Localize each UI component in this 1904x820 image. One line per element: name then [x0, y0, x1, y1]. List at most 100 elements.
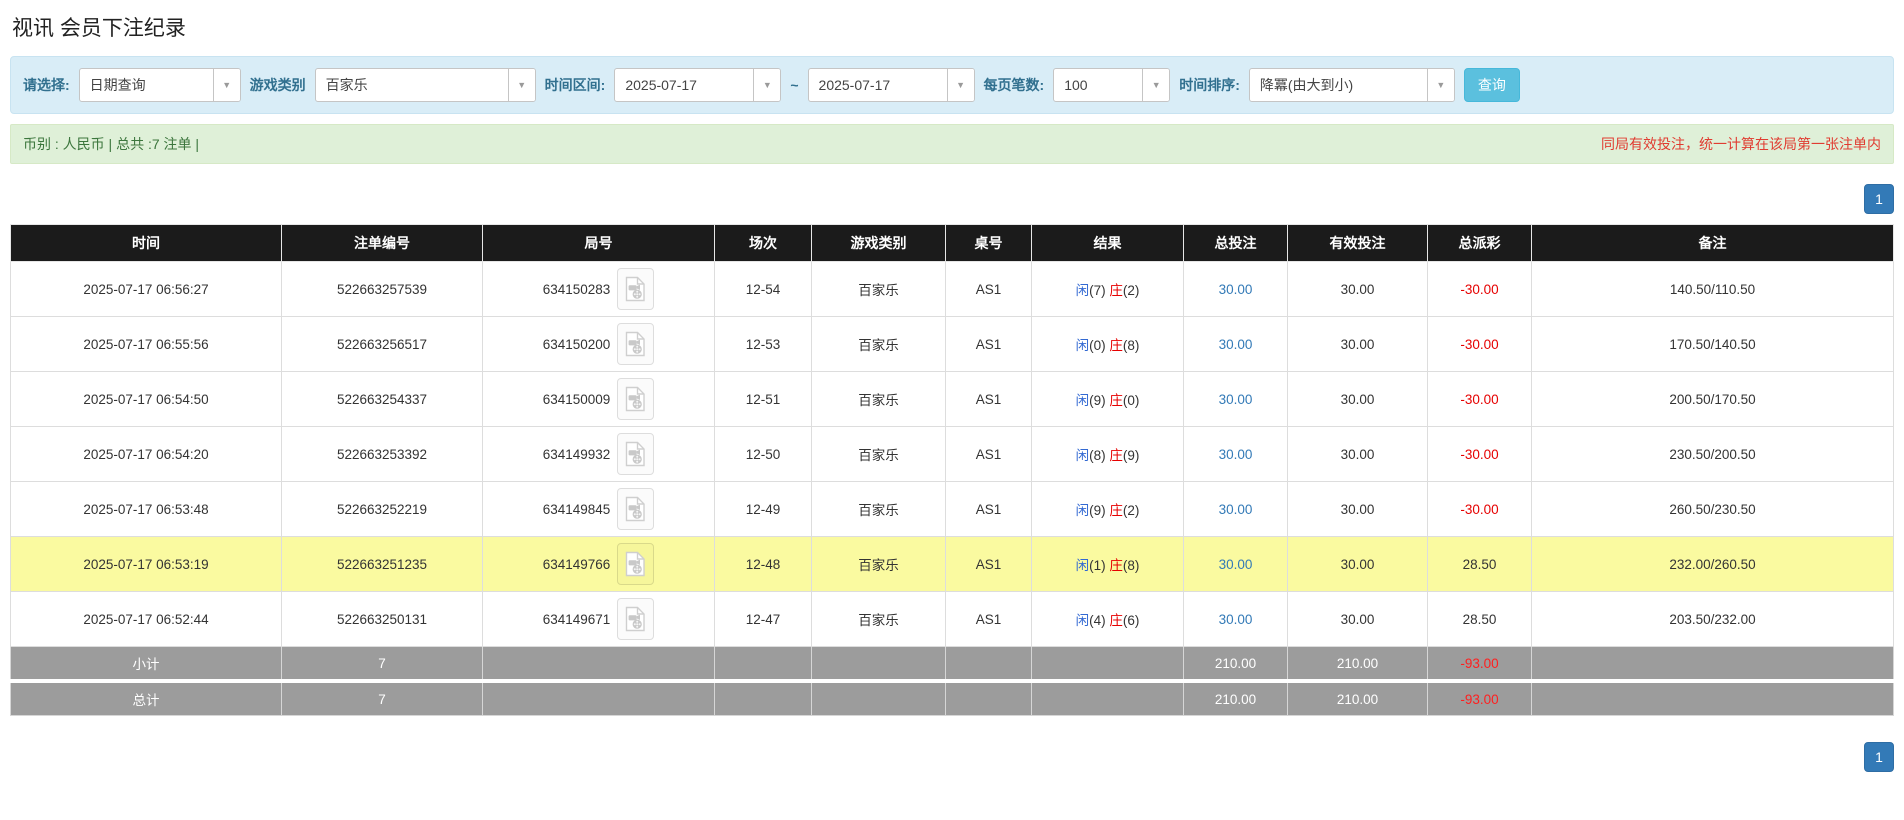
banker-result-label: 庄	[1109, 503, 1123, 518]
cell-time: 2025-07-17 06:54:50	[11, 372, 282, 427]
player-result-label: 闲	[1076, 613, 1090, 628]
date-from-select[interactable]: 2025-07-17 ▼	[614, 68, 781, 102]
chevron-down-icon[interactable]: ▼	[947, 69, 974, 101]
round-number: 634149932	[543, 447, 611, 462]
sort-order-select[interactable]: 降冪(由大到小) ▼	[1249, 68, 1455, 102]
cell-note: 230.50/200.50	[1532, 427, 1894, 482]
chevron-down-icon[interactable]: ▼	[1142, 69, 1169, 101]
round-number: 634150283	[543, 282, 611, 297]
table-body: 2025-07-17 06:56:27 522663257539 6341502…	[11, 262, 1894, 647]
banker-result-score: (2)	[1123, 283, 1140, 298]
table-row[interactable]: 2025-07-17 06:54:20 522663253392 6341499…	[11, 427, 1894, 482]
col-header-result: 结果	[1032, 225, 1184, 262]
cell-round: 634150009	[483, 372, 715, 427]
col-header-table-no: 桌号	[946, 225, 1032, 262]
table-row[interactable]: 2025-07-17 06:53:19 522663251235 6341497…	[11, 537, 1894, 592]
total-bet-link[interactable]: 30.00	[1219, 447, 1253, 462]
cell-time: 2025-07-17 06:54:20	[11, 427, 282, 482]
cell-bet-id: 522663254337	[282, 372, 483, 427]
cell-result: 闲(8) 庄(9)	[1032, 427, 1184, 482]
cell-session: 12-50	[715, 427, 812, 482]
video-replay-button[interactable]	[617, 323, 654, 365]
chevron-down-icon[interactable]: ▼	[508, 69, 535, 101]
total-bet-link[interactable]: 30.00	[1219, 282, 1253, 297]
sort-order-label: 时间排序:	[1179, 75, 1240, 95]
game-category-select[interactable]: 百家乐 ▼	[315, 68, 536, 102]
video-replay-button[interactable]	[617, 433, 654, 475]
player-result-label: 闲	[1076, 283, 1090, 298]
cell-result: 闲(9) 庄(0)	[1032, 372, 1184, 427]
video-file-icon	[625, 331, 646, 357]
table-row[interactable]: 2025-07-17 06:56:27 522663257539 6341502…	[11, 262, 1894, 317]
page-title: 视讯 会员下注纪录	[12, 12, 1894, 42]
page-size-select[interactable]: 100 ▼	[1053, 68, 1170, 102]
banker-result-score: (8)	[1123, 558, 1140, 573]
video-file-icon	[625, 386, 646, 412]
col-header-note: 备注	[1532, 225, 1894, 262]
page-1-button[interactable]: 1	[1864, 184, 1894, 214]
cell-total-bet: 30.00	[1184, 537, 1288, 592]
cell-round: 634149766	[483, 537, 715, 592]
subtotal-row: 小计 7 210.00 210.00 -93.00	[11, 647, 1894, 682]
cell-table-no: AS1	[946, 482, 1032, 537]
search-button[interactable]: 查询	[1464, 68, 1520, 102]
cell-game: 百家乐	[812, 592, 946, 647]
video-file-icon	[625, 276, 646, 302]
sort-order-value: 降冪(由大到小)	[1250, 69, 1427, 101]
banker-result-score: (0)	[1123, 393, 1140, 408]
subtotal-label: 小计	[11, 647, 282, 682]
chevron-down-icon[interactable]: ▼	[753, 69, 780, 101]
player-result-label: 闲	[1076, 338, 1090, 353]
banker-result-score: (8)	[1123, 338, 1140, 353]
cell-valid-bet: 30.00	[1288, 262, 1428, 317]
table-row[interactable]: 2025-07-17 06:54:50 522663254337 6341500…	[11, 372, 1894, 427]
banker-result-label: 庄	[1109, 448, 1123, 463]
same-round-notice: 同局有效投注，统一计算在该局第一张注单内	[1601, 134, 1881, 154]
video-replay-button[interactable]	[617, 488, 654, 530]
chevron-down-icon[interactable]: ▼	[213, 69, 240, 101]
cell-note: 140.50/110.50	[1532, 262, 1894, 317]
grand-total-total-bet: 210.00	[1184, 681, 1288, 716]
page-size-label: 每页笔数:	[984, 75, 1045, 95]
cell-round: 634149932	[483, 427, 715, 482]
video-replay-button[interactable]	[617, 378, 654, 420]
video-replay-button[interactable]	[617, 598, 654, 640]
video-replay-button[interactable]	[617, 268, 654, 310]
cell-result: 闲(4) 庄(6)	[1032, 592, 1184, 647]
grand-total-payout: -93.00	[1428, 681, 1532, 716]
video-replay-button[interactable]	[617, 543, 654, 585]
date-to-select[interactable]: 2025-07-17 ▼	[808, 68, 975, 102]
table-row[interactable]: 2025-07-17 06:53:48 522663252219 6341498…	[11, 482, 1894, 537]
player-result-label: 闲	[1076, 393, 1090, 408]
query-type-select[interactable]: 日期查询 ▼	[79, 68, 241, 102]
player-result-label: 闲	[1076, 558, 1090, 573]
subtotal-valid-bet: 210.00	[1288, 647, 1428, 682]
col-header-valid-bet: 有效投注	[1288, 225, 1428, 262]
date-from-value: 2025-07-17	[615, 69, 753, 101]
pagination-bottom: 1	[10, 742, 1894, 772]
cell-note: 260.50/230.50	[1532, 482, 1894, 537]
col-header-payout: 总派彩	[1428, 225, 1532, 262]
select-type-label: 请选择:	[23, 75, 70, 95]
cell-valid-bet: 30.00	[1288, 592, 1428, 647]
cell-session: 12-47	[715, 592, 812, 647]
total-bet-link[interactable]: 30.00	[1219, 557, 1253, 572]
cell-bet-id: 522663250131	[282, 592, 483, 647]
query-type-value: 日期查询	[80, 69, 213, 101]
table-row[interactable]: 2025-07-17 06:55:56 522663256517 6341502…	[11, 317, 1894, 372]
page-1-button[interactable]: 1	[1864, 742, 1894, 772]
table-header-row: 时间 注单编号 局号 场次 游戏类别 桌号 结果 总投注 有效投注 总派彩 备注	[11, 225, 1894, 262]
total-bet-link[interactable]: 30.00	[1219, 502, 1253, 517]
subtotal-total-bet: 210.00	[1184, 647, 1288, 682]
banker-result-score: (6)	[1123, 613, 1140, 628]
total-bet-link[interactable]: 30.00	[1219, 612, 1253, 627]
col-header-bet-id: 注单编号	[282, 225, 483, 262]
cell-valid-bet: 30.00	[1288, 427, 1428, 482]
banker-result-label: 庄	[1109, 613, 1123, 628]
cell-total-bet: 30.00	[1184, 317, 1288, 372]
total-bet-link[interactable]: 30.00	[1219, 392, 1253, 407]
total-bet-link[interactable]: 30.00	[1219, 337, 1253, 352]
table-row[interactable]: 2025-07-17 06:52:44 522663250131 6341496…	[11, 592, 1894, 647]
filter-panel: 请选择: 日期查询 ▼ 游戏类别 百家乐 ▼ 时间区间: 2025-07-17 …	[10, 56, 1894, 114]
chevron-down-icon[interactable]: ▼	[1427, 69, 1454, 101]
